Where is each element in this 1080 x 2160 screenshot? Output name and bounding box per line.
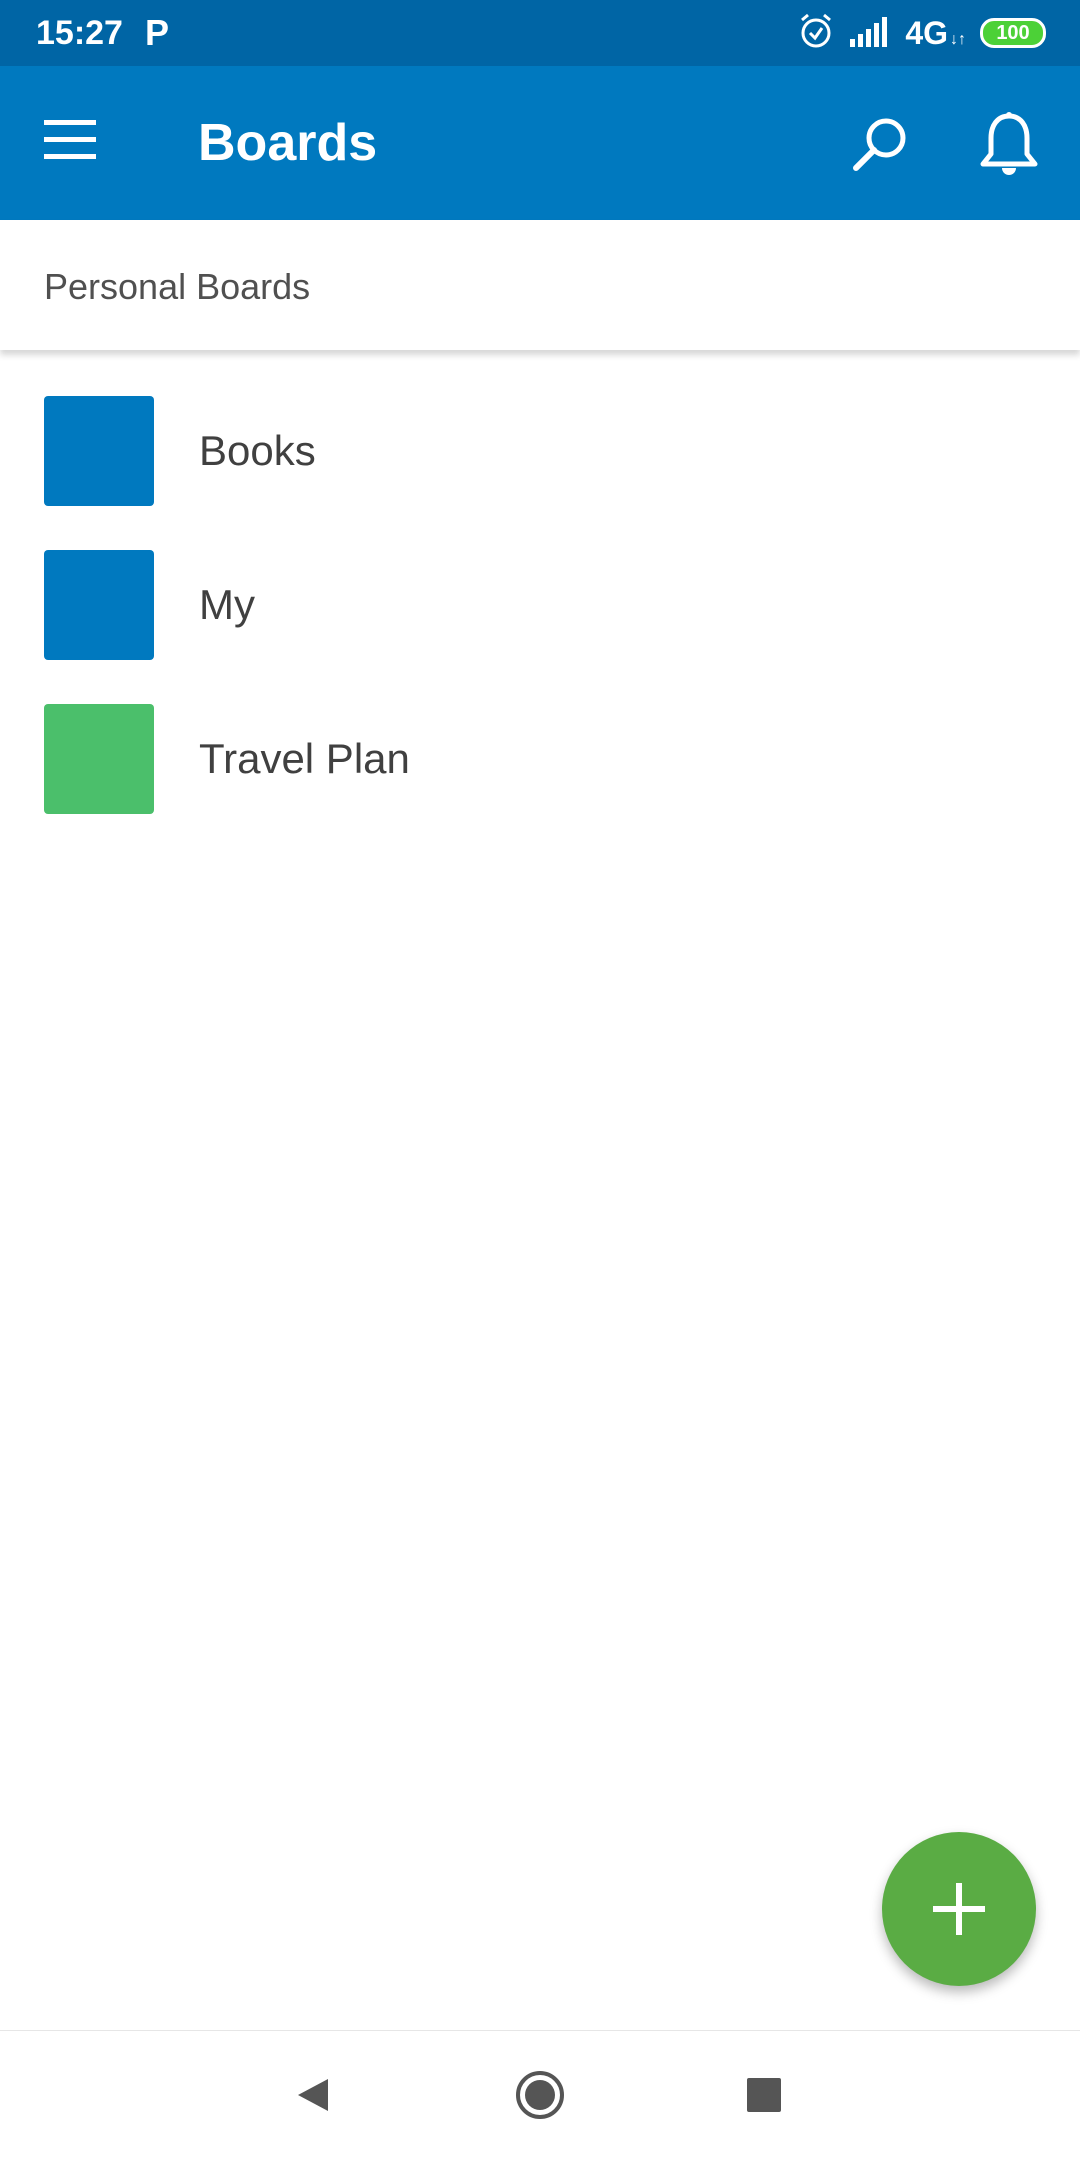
board-color-swatch [44,550,154,660]
back-icon [298,2079,328,2111]
page-title: Boards [198,114,378,172]
search-icon [853,118,906,171]
home-icon [516,2071,564,2119]
recents-button[interactable] [734,2065,794,2125]
board-color-swatch [44,396,154,506]
status-icons: 4G ↓↑ 100 [797,12,1046,54]
add-board-button[interactable] [882,1832,1036,1986]
section-header: Personal Boards [0,220,1080,350]
status-bar: 15:27 P 4G ↓↑ 100 [0,0,1080,66]
recents-icon [747,2078,781,2112]
board-name: Books [199,427,316,474]
menu-button[interactable] [44,116,112,168]
network-type: 4G [905,14,948,51]
home-button[interactable] [510,2065,570,2125]
notifications-button[interactable] [978,110,1048,184]
section-title: Personal Boards [44,266,311,307]
board-name: My [199,581,255,628]
board-list: Books My Travel Plan [0,378,1080,840]
plus-icon [933,1883,985,1935]
back-button[interactable] [284,2065,344,2125]
board-name: Travel Plan [199,735,410,782]
search-button[interactable] [848,112,918,182]
app-bar: Boards [0,66,1080,220]
system-nav-bar [0,2030,1080,2160]
signal-icon [849,15,891,52]
board-item-travel-plan[interactable]: Travel Plan [0,686,1080,840]
bell-icon [980,112,1038,175]
menu-icon [44,120,96,159]
board-item-my[interactable]: My [0,532,1080,686]
board-color-swatch [44,704,154,814]
alarm-icon [797,12,835,55]
status-time: 15:27 [36,14,123,52]
board-item-books[interactable]: Books [0,378,1080,532]
network-activity: ↓↑ [950,31,966,48]
battery-icon: 100 [980,18,1046,48]
parking-indicator: P [145,12,170,53]
